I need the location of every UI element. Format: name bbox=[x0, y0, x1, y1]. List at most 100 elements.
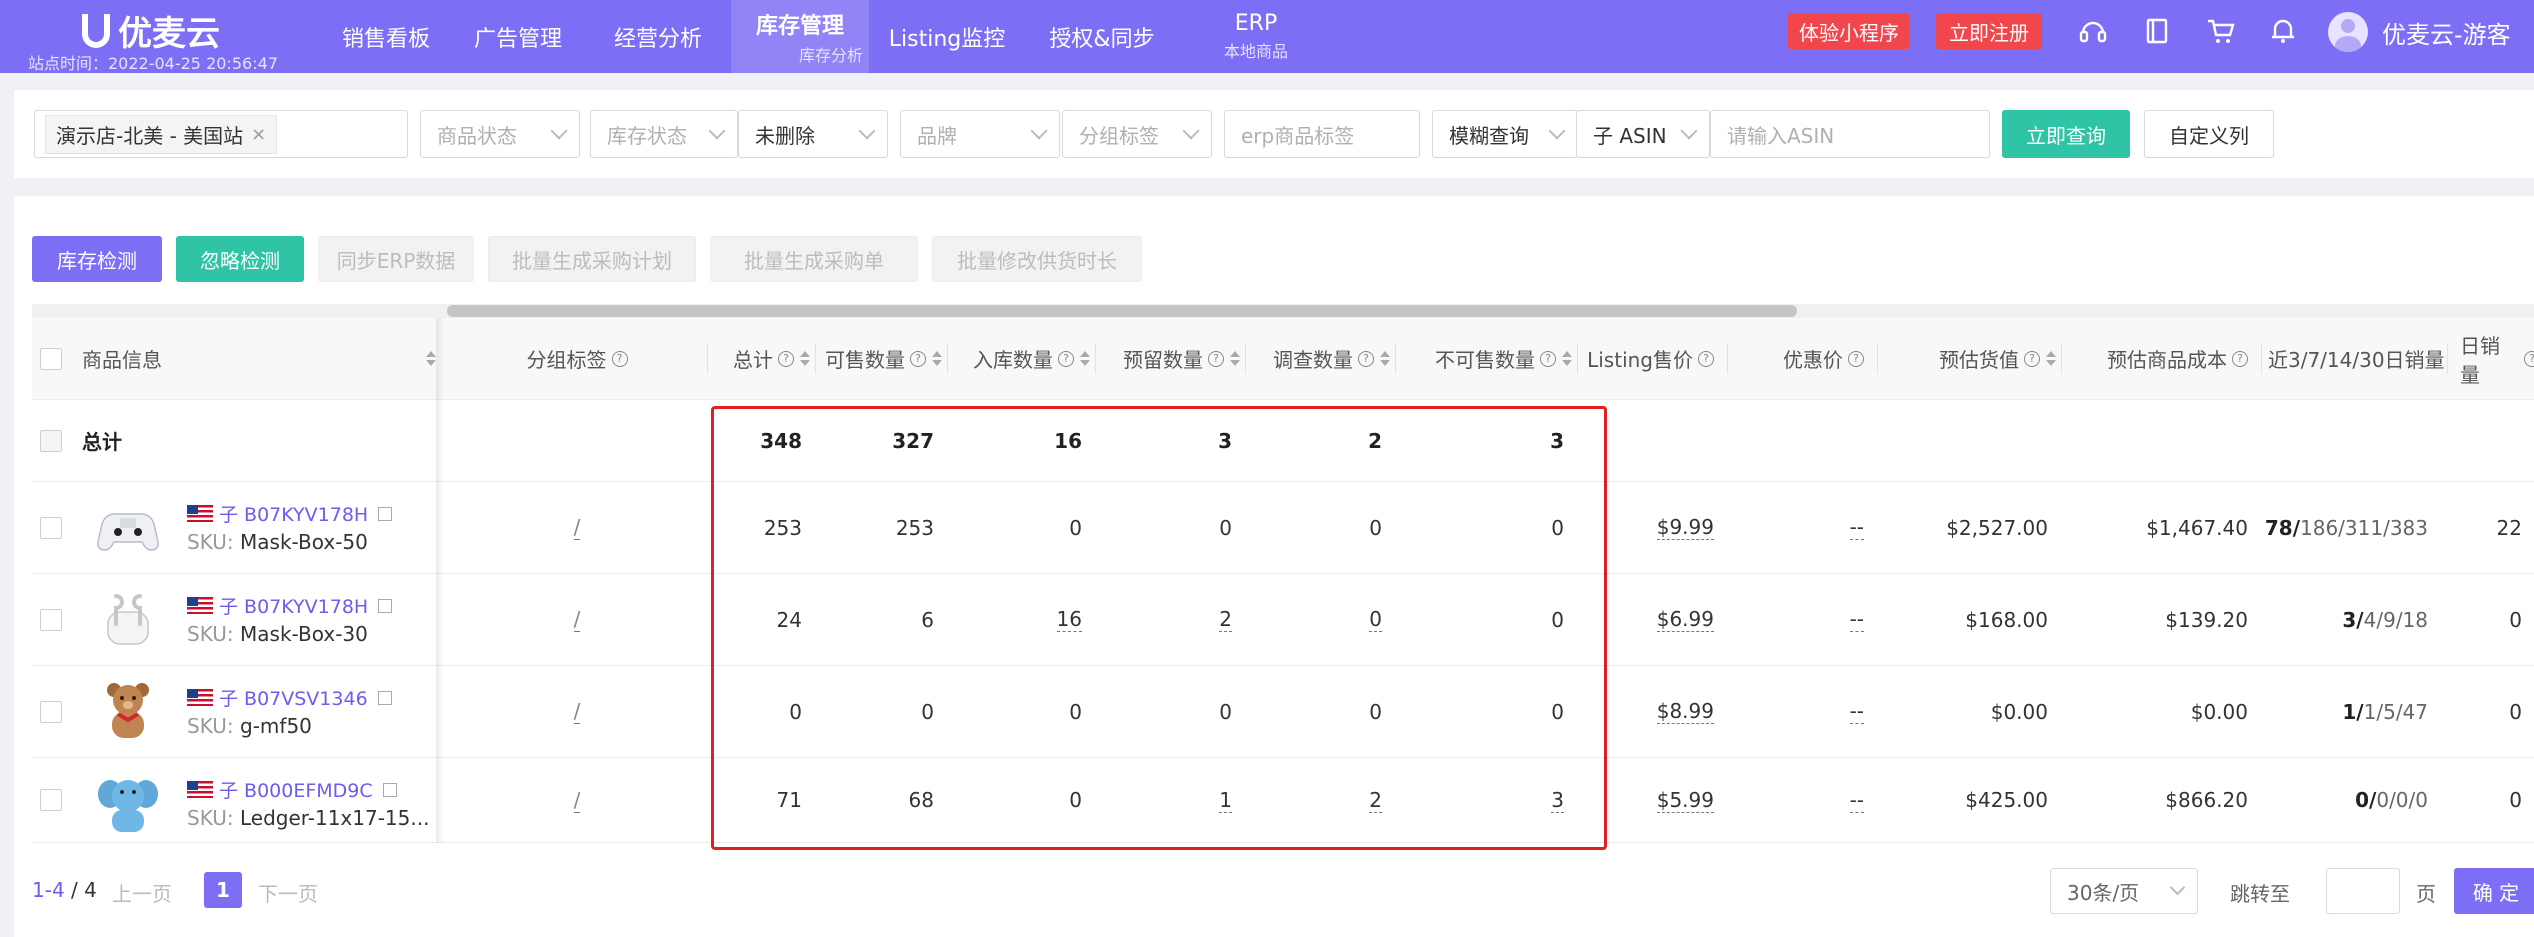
teddy-bear-image[interactable] bbox=[94, 678, 162, 746]
bell-icon[interactable] bbox=[2268, 16, 2298, 46]
register-button[interactable]: 立即注册 bbox=[1936, 13, 2042, 49]
deleted-status-select[interactable]: 未删除 bbox=[738, 110, 888, 158]
plush-elephant-image[interactable] bbox=[94, 770, 162, 838]
nav-business-analysis[interactable]: 经营分析 bbox=[596, 0, 720, 73]
cell-discount[interactable]: -- bbox=[1849, 515, 1864, 540]
sort-icon[interactable] bbox=[2046, 351, 2056, 366]
headset-icon[interactable] bbox=[2078, 16, 2108, 46]
cell-unsellable[interactable]: 3 bbox=[1551, 788, 1564, 813]
nav-inventory-management[interactable]: 库存管理 库存分析 bbox=[731, 0, 869, 73]
help-icon[interactable]: ? bbox=[1358, 350, 1374, 367]
cell-reserved[interactable]: 1 bbox=[1219, 788, 1232, 813]
sort-icon[interactable] bbox=[1380, 351, 1390, 366]
search-button[interactable]: 立即查询 bbox=[2002, 110, 2130, 158]
group-tag-value[interactable]: / bbox=[573, 515, 581, 540]
nav-auth-sync[interactable]: 授权&同步 bbox=[1034, 0, 1170, 73]
asin-link[interactable]: 子 B07KYV178H bbox=[187, 500, 393, 527]
jump-confirm-button[interactable]: 确 定 bbox=[2454, 868, 2534, 914]
cell-researching[interactable]: 0 bbox=[1369, 607, 1382, 632]
col-researching[interactable]: 调查数量? bbox=[1246, 318, 1396, 399]
store-select[interactable]: 演示店-北美 - 美国站 × bbox=[34, 110, 408, 158]
col-total[interactable]: 总计? bbox=[708, 318, 816, 399]
page-size-select[interactable]: 30条/页 bbox=[2050, 868, 2198, 914]
scrollbar-thumb[interactable] bbox=[447, 305, 1797, 317]
horizontal-scrollbar[interactable] bbox=[32, 304, 2534, 318]
user-menu[interactable]: 优麦云-游客 bbox=[2328, 12, 2511, 52]
help-icon[interactable]: ? bbox=[1698, 350, 1714, 367]
trial-mini-program-button[interactable]: 体验小程序 bbox=[1788, 13, 1910, 49]
asin-link[interactable]: 子 B000EFMD9C bbox=[187, 776, 397, 803]
help-icon[interactable]: ? bbox=[1848, 350, 1864, 367]
brand-select[interactable]: 品牌 bbox=[900, 110, 1060, 158]
col-group-tag[interactable]: 分组标签? bbox=[446, 318, 708, 399]
group-tag-select[interactable]: 分组标签 bbox=[1062, 110, 1212, 158]
ignore-check-button[interactable]: 忽略检测 bbox=[176, 236, 304, 282]
col-listing-price[interactable]: Listing售价? bbox=[1578, 318, 1728, 399]
sync-erp-button[interactable]: 同步ERP数据 bbox=[318, 236, 474, 282]
next-page-button[interactable]: 下一页 bbox=[258, 878, 318, 907]
nav-erp[interactable]: ERP 本地商品 bbox=[1212, 0, 1300, 73]
asin-search-input[interactable]: 请输入ASIN bbox=[1710, 110, 1990, 158]
external-link-icon[interactable] bbox=[378, 506, 393, 521]
cell-listing-price[interactable]: $8.99 bbox=[1656, 699, 1714, 724]
help-icon[interactable]: ? bbox=[2524, 350, 2534, 367]
help-icon[interactable]: ? bbox=[1540, 350, 1556, 367]
nav-listing-monitor[interactable]: Listing监控 bbox=[880, 0, 1014, 73]
row-checkbox[interactable] bbox=[40, 608, 62, 631]
logo[interactable]: 优麦云 bbox=[82, 6, 220, 55]
cell-discount[interactable]: -- bbox=[1849, 699, 1864, 724]
help-icon[interactable]: ? bbox=[611, 350, 628, 367]
col-available[interactable]: 可售数量? bbox=[816, 318, 948, 399]
page-1-button[interactable]: 1 bbox=[204, 872, 242, 908]
custom-columns-button[interactable]: 自定义列 bbox=[2144, 110, 2274, 158]
external-link-icon[interactable] bbox=[382, 782, 397, 797]
cell-listing-price[interactable]: $5.99 bbox=[1656, 788, 1714, 813]
external-link-icon[interactable] bbox=[377, 690, 392, 705]
cell-discount[interactable]: -- bbox=[1849, 607, 1864, 632]
prev-page-button[interactable]: 上一页 bbox=[112, 878, 172, 907]
col-product-info[interactable]: 商品信息 bbox=[82, 318, 446, 399]
cell-discount[interactable]: -- bbox=[1849, 788, 1864, 813]
stock-status-select[interactable]: 库存状态 bbox=[590, 110, 738, 158]
group-tag-value[interactable]: / bbox=[573, 607, 581, 632]
help-icon[interactable]: ? bbox=[910, 350, 926, 367]
game-controller-image[interactable] bbox=[94, 494, 162, 562]
cart-icon[interactable] bbox=[2206, 16, 2236, 46]
col-reserved[interactable]: 预留数量? bbox=[1096, 318, 1246, 399]
nav-sales-dashboard[interactable]: 销售看板 bbox=[316, 0, 456, 73]
sort-icon[interactable] bbox=[800, 351, 810, 366]
sort-icon[interactable] bbox=[426, 351, 436, 366]
match-mode-select[interactable]: 模糊查询 bbox=[1432, 110, 1578, 158]
cell-listing-price[interactable]: $9.99 bbox=[1656, 515, 1714, 540]
asin-link[interactable]: 子 B07KYV178H bbox=[187, 592, 393, 619]
col-daily-sales[interactable]: 日销量? bbox=[2460, 318, 2534, 399]
batch-purchase-order-button[interactable]: 批量生成采购单 bbox=[710, 236, 918, 282]
sort-icon[interactable] bbox=[1080, 351, 1090, 366]
group-tag-value[interactable]: / bbox=[573, 788, 581, 813]
sort-icon[interactable] bbox=[932, 351, 942, 366]
cell-reserved[interactable]: 2 bbox=[1219, 607, 1232, 632]
cell-inbound[interactable]: 16 bbox=[1056, 607, 1082, 632]
help-icon[interactable]: ? bbox=[1208, 350, 1224, 367]
sort-icon[interactable] bbox=[1562, 351, 1572, 366]
nav-ad-management[interactable]: 广告管理 bbox=[456, 0, 580, 73]
product-status-select[interactable]: 商品状态 bbox=[420, 110, 580, 158]
erp-tag-input[interactable]: erp商品标签 bbox=[1224, 110, 1420, 158]
col-discount-price[interactable]: 优惠价? bbox=[1728, 318, 1878, 399]
close-icon[interactable]: × bbox=[251, 124, 266, 145]
cell-listing-price[interactable]: $6.99 bbox=[1656, 607, 1714, 632]
row-checkbox[interactable] bbox=[40, 700, 62, 723]
earbuds-image[interactable] bbox=[94, 586, 162, 654]
external-link-icon[interactable] bbox=[378, 598, 393, 613]
asin-type-select[interactable]: 子 ASIN bbox=[1576, 110, 1710, 158]
batch-purchase-plan-button[interactable]: 批量生成采购计划 bbox=[488, 236, 696, 282]
help-icon[interactable]: ? bbox=[1058, 350, 1074, 367]
col-recent-sales[interactable]: 近3/7/14/30日销量 bbox=[2268, 318, 2448, 399]
inventory-check-button[interactable]: 库存检测 bbox=[32, 236, 162, 282]
row-checkbox[interactable] bbox=[40, 789, 62, 811]
col-est-value[interactable]: 预估货值? bbox=[1878, 318, 2062, 399]
batch-lead-time-button[interactable]: 批量修改供货时长 bbox=[932, 236, 1142, 282]
col-unsellable[interactable]: 不可售数量? bbox=[1396, 318, 1578, 399]
help-icon[interactable]: ? bbox=[2232, 350, 2248, 367]
jump-page-input[interactable] bbox=[2326, 868, 2400, 914]
